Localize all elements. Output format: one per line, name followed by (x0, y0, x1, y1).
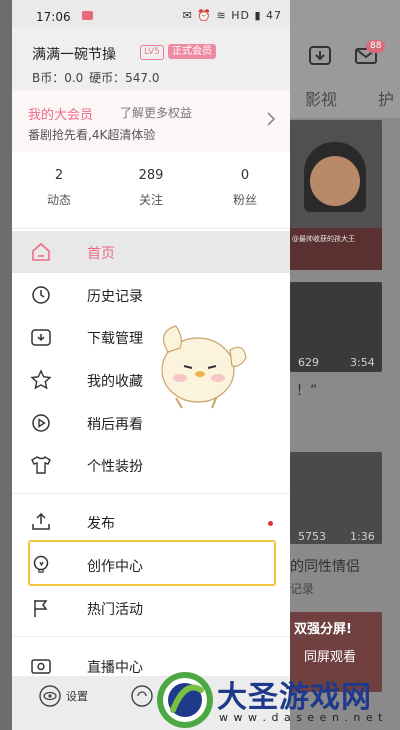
theme-toggle-icon[interactable] (130, 684, 154, 708)
settings-eye-icon (39, 685, 61, 707)
star-icon (30, 369, 52, 390)
stat-value: 289 (138, 168, 164, 183)
background-video-card: 5753 1:36 (290, 452, 382, 544)
system-status: ✉ ⏰ ≋ HD ▮ 47 (182, 9, 282, 22)
mascot-illustration (161, 325, 247, 409)
notification-dot (268, 521, 273, 526)
video-title-fragment: 的同性情侣 (290, 559, 360, 575)
highlight-box (28, 540, 276, 586)
live-icon (31, 659, 51, 674)
menu-item-home[interactable]: 首页 (12, 231, 290, 273)
user-profile[interactable]: 满满一碗节操 LV5 正式会员 B币：0.0 硬币：547.0 (12, 28, 290, 90)
screen-record-icon (82, 11, 93, 20)
background-header: 88 影视 护 (290, 0, 400, 118)
view-count: 5753 (298, 530, 326, 543)
settings-label[interactable]: 设置 (66, 688, 88, 704)
vip-badge: 正式会员 (168, 44, 216, 59)
divider (12, 493, 290, 494)
menu-item-themes[interactable]: 个性装扮 (12, 444, 290, 486)
video-title-fragment: ！” (296, 383, 318, 399)
background-tab-video: 影视 (305, 90, 338, 109)
stat-value: 2 (54, 168, 64, 183)
video-banner-text: 同屏观看 (304, 650, 357, 665)
stat-label: 粉丝 (232, 193, 257, 207)
menu-item-history[interactable]: 历史记录 (12, 274, 290, 316)
vip-description: 番剧抢先看,4K超清体验 (28, 128, 156, 142)
shirt-icon (31, 456, 51, 474)
menu-item-publish[interactable]: 发布 (12, 501, 290, 543)
watermark-title: 大圣游戏网 (217, 680, 372, 715)
vip-membership-card[interactable]: 我的大会员 了解更多权益 番剧抢先看,4K超清体验 (12, 90, 290, 152)
upload-icon (32, 512, 50, 530)
settings-button[interactable] (38, 684, 62, 712)
divider (12, 636, 290, 637)
menu-label: 发布 (87, 516, 115, 532)
video-banner-text: 双强分屏! (294, 622, 352, 637)
menu-label: 我的收藏 (87, 374, 143, 390)
menu-label: 直播中心 (87, 660, 143, 676)
menu-label: 首页 (87, 246, 115, 262)
stat-label: 动态 (46, 193, 71, 207)
download-icon (31, 329, 51, 346)
username: 满满一碗节操 (32, 47, 116, 63)
stat-label: 关注 (138, 193, 163, 207)
status-bar: 17:06 ✉ ⏰ ≋ HD ▮ 47 (12, 0, 290, 28)
user-stats: 2 动态 289 关注 0 粉丝 (12, 168, 290, 224)
level-badge: LV5 (140, 45, 164, 60)
menu-label: 下载管理 (87, 331, 143, 347)
coin-balance: B币：0.0 硬币：547.0 (32, 71, 160, 85)
menu-label: 热门活动 (87, 602, 143, 618)
menu-item-trending-events[interactable]: 热门活动 (12, 587, 290, 629)
watermark-url: w w w . d a s e e n . n e t (219, 711, 384, 724)
watermark: 大圣游戏网 w w w . d a s e e n . n e t (155, 670, 400, 730)
flag-icon (34, 600, 48, 617)
history-icon (32, 286, 50, 304)
divider (12, 228, 290, 229)
mail-badge: 88 (366, 40, 386, 53)
video-title-fragment: 记录 (290, 582, 315, 596)
menu-label: 稍后再看 (87, 417, 143, 433)
download-box-icon (309, 46, 331, 65)
chevron-right-icon (266, 112, 276, 130)
menu-label: 历史记录 (87, 289, 143, 305)
stat-followers[interactable]: 0 粉丝 (205, 168, 285, 208)
watermark-logo (157, 672, 213, 728)
stat-following[interactable]: 289 关注 (111, 168, 191, 208)
background-video-card: 629 3:54 (290, 282, 382, 372)
vip-benefits-link[interactable]: 了解更多权益 (120, 104, 192, 121)
stat-posts[interactable]: 2 动态 (19, 168, 99, 208)
view-count: 629 (298, 356, 319, 369)
menu-label: 个性装扮 (87, 459, 143, 475)
video-caption: @最帅收获的孩大王 (292, 235, 355, 243)
status-time: 17:06 (36, 10, 71, 24)
watch-later-icon (32, 414, 50, 432)
video-duration: 1:36 (350, 530, 375, 543)
video-duration: 3:54 (350, 356, 375, 369)
vip-title: 我的大会员 (28, 108, 94, 123)
home-icon (32, 242, 50, 261)
stat-value: 0 (240, 168, 250, 183)
background-video-card: @最帅收获的孩大王 (290, 120, 382, 270)
background-tab-more: 护 (378, 90, 395, 109)
background-app: 88 影视 护 @最帅收获的孩大王 629 3:54 ！” 5753 1:36 … (290, 0, 400, 730)
phone-screen: 88 影视 护 @最帅收获的孩大王 629 3:54 ！” 5753 1:36 … (0, 0, 400, 730)
